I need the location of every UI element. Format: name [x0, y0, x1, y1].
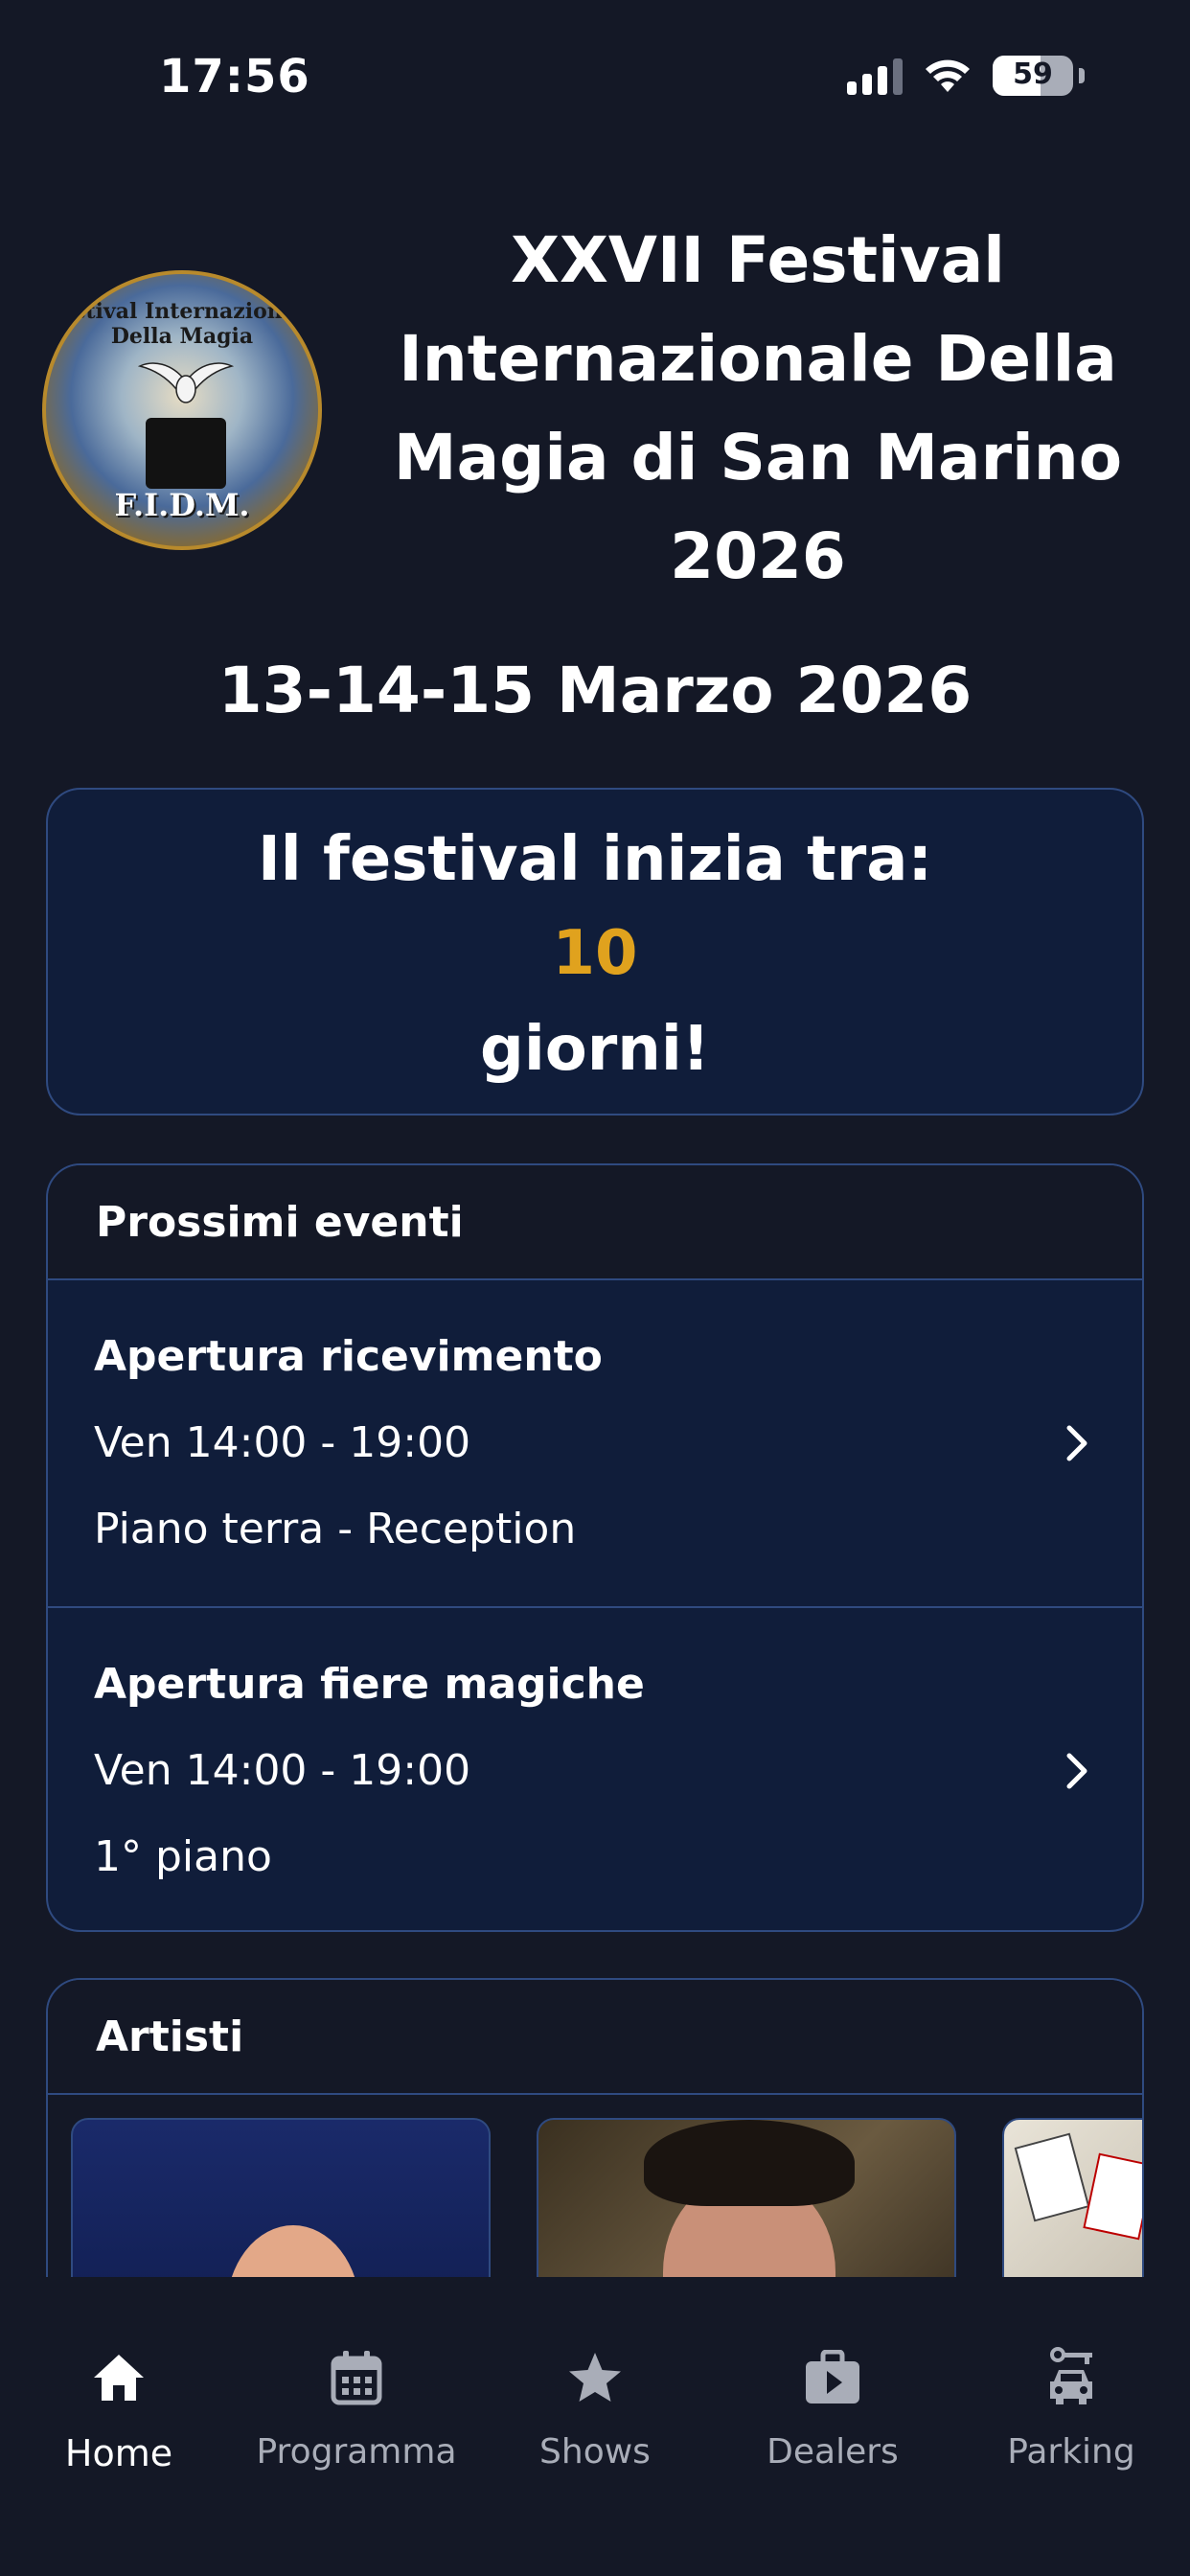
tab-label: Dealers [767, 2432, 899, 2472]
upcoming-events-card: Prossimi eventi Apertura ricevimento Ven… [46, 1163, 1144, 1932]
tab-label: Home [64, 2432, 173, 2474]
home-screen: 17:56 59 Festival Internazionale Della M… [0, 0, 1190, 2576]
tab-label: Parking [1007, 2432, 1135, 2472]
dove-icon [138, 362, 234, 403]
title-line: Magia di San Marino [393, 421, 1123, 494]
battery-nub [1079, 68, 1085, 83]
event-place: 1° piano [94, 1832, 272, 1881]
festival-title: XXVII Festival Internazionale Della Magi… [379, 211, 1136, 606]
bottom-tab-bar: Home Programma Shows Dealers Parking [0, 2277, 1190, 2576]
star-icon [569, 2353, 621, 2402]
cellular-signal-icon [847, 57, 903, 95]
chevron-right-icon [1066, 1425, 1087, 1461]
festival-header: Festival Internazionale Della Magia F.I.… [0, 211, 1190, 613]
briefcase-play-icon [806, 2350, 859, 2404]
status-bar: 17:56 59 [0, 0, 1190, 134]
festival-dates: 13-14-15 Marzo 2026 [217, 654, 973, 727]
wifi-icon [926, 59, 970, 92]
tab-home[interactable]: Home [0, 2344, 238, 2474]
title-line: XXVII Festival [511, 223, 1005, 297]
event-time: Ven 14:00 - 19:00 [94, 1746, 471, 1795]
event-title: Apertura fiere magiche [94, 1660, 645, 1709]
chevron-right-icon [1066, 1753, 1087, 1789]
battery-level: 59 [1013, 58, 1053, 91]
tab-shows[interactable]: Shows [476, 2344, 714, 2472]
tab-label: Programma [256, 2432, 457, 2472]
car-parking-icon [1050, 2347, 1092, 2404]
artists-header: Artisti [48, 1980, 1142, 2095]
logo-ring-text: Festival Internazionale Della Magia [46, 299, 318, 349]
countdown-days: 10 [552, 918, 638, 989]
event-row[interactable]: Apertura ricevimento Ven 14:00 - 19:00 P… [48, 1280, 1142, 1606]
event-time: Ven 14:00 - 19:00 [94, 1418, 471, 1467]
tab-programma[interactable]: Programma [238, 2344, 475, 2472]
status-time: 17:56 [159, 50, 310, 104]
title-line: 2026 [670, 519, 846, 593]
events-header: Prossimi eventi [48, 1165, 1142, 1280]
countdown-card: Il festival inizia tra: 10 giorni! [46, 788, 1144, 1116]
tab-label: Shows [539, 2432, 651, 2472]
calendar-icon [331, 2351, 382, 2405]
tab-parking[interactable]: Parking [952, 2344, 1190, 2472]
event-row[interactable]: Apertura fiere magiche Ven 14:00 - 19:00… [48, 1606, 1142, 1930]
top-hat-graphic [146, 418, 226, 489]
status-icons: 59 [847, 56, 1085, 96]
festival-logo: Festival Internazionale Della Magia F.I.… [42, 270, 322, 550]
event-title: Apertura ricevimento [94, 1332, 603, 1381]
home-icon [94, 2355, 144, 2401]
countdown-label: Il festival inizia tra: [257, 824, 933, 895]
battery-icon: 59 [993, 56, 1073, 96]
event-place: Piano terra - Reception [94, 1505, 577, 1553]
tab-dealers[interactable]: Dealers [714, 2344, 951, 2472]
countdown-suffix: giorni! [480, 1014, 710, 1085]
logo-initials: F.I.D.M. [114, 487, 250, 523]
title-line: Internazionale Della [399, 322, 1117, 396]
